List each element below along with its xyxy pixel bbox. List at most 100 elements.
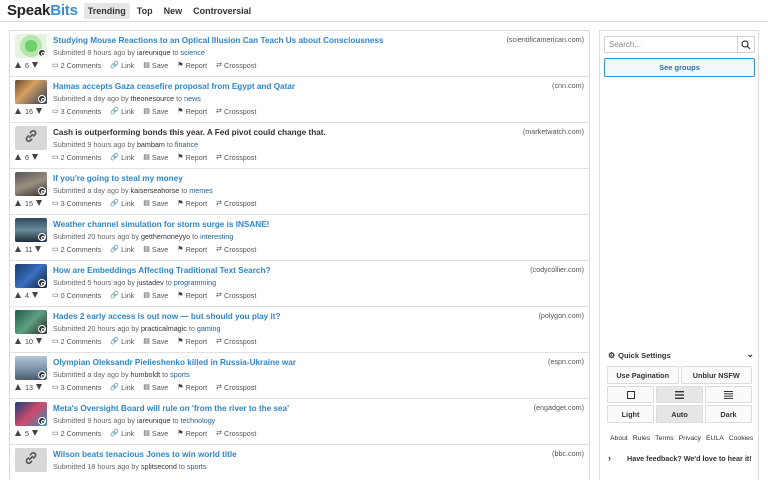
link-cookies[interactable]: Cookies	[729, 435, 754, 442]
upvote-icon[interactable]	[15, 200, 21, 206]
report-button[interactable]: ⚑ Report	[177, 383, 207, 392]
link-eula[interactable]: EULA	[706, 435, 724, 442]
comments-button[interactable]: ▭ 2 Comments	[52, 153, 101, 162]
zoom-icon[interactable]	[38, 49, 46, 57]
save-button[interactable]: ▤ Save	[143, 61, 168, 70]
report-button[interactable]: ⚑ Report	[177, 291, 207, 300]
link-about[interactable]: About	[610, 435, 628, 442]
downvote-icon[interactable]	[36, 338, 42, 344]
link-thumbnail[interactable]	[15, 126, 47, 150]
link-button[interactable]: 🔗 Link	[110, 383, 134, 392]
downvote-icon[interactable]	[32, 430, 38, 436]
downvote-icon[interactable]	[36, 108, 42, 114]
post-domain[interactable]: (marketwatch.com)	[523, 127, 584, 136]
upvote-icon[interactable]	[15, 338, 21, 344]
link-button[interactable]: 🔗 Link	[110, 291, 134, 300]
post-community[interactable]: news	[184, 94, 201, 103]
post-title[interactable]: If you're going to steal my money	[53, 174, 183, 183]
post-thumbnail[interactable]	[15, 80, 47, 104]
post-community[interactable]: technology	[181, 416, 216, 425]
crosspost-button[interactable]: ⇄ Crosspost	[216, 153, 256, 162]
unblur-nsfw-button[interactable]: Unblur NSFW	[680, 366, 752, 384]
theme-light-button[interactable]: Light	[607, 405, 654, 423]
downvote-icon[interactable]	[32, 62, 38, 68]
comments-button[interactable]: ▭ 0 Comments	[52, 291, 101, 300]
crosspost-button[interactable]: ⇄ Crosspost	[216, 107, 256, 116]
downvote-icon[interactable]	[36, 384, 42, 390]
downvote-icon[interactable]	[36, 200, 42, 206]
link-button[interactable]: 🔗 Link	[110, 245, 134, 254]
tab-top[interactable]: Top	[133, 3, 157, 19]
link-button[interactable]: 🔗 Link	[110, 337, 134, 346]
comments-button[interactable]: ▭ 3 Comments	[52, 383, 101, 392]
theme-dark-button[interactable]: Dark	[705, 405, 752, 423]
crosspost-button[interactable]: ⇄ Crosspost	[216, 429, 256, 438]
downvote-icon[interactable]	[35, 246, 42, 252]
report-button[interactable]: ⚑ Report	[177, 199, 207, 208]
post-title[interactable]: Meta's Oversight Board will rule on 'fro…	[53, 404, 289, 413]
report-button[interactable]: ⚑ Report	[177, 153, 207, 162]
crosspost-button[interactable]: ⇄ Crosspost	[216, 383, 256, 392]
post-community[interactable]: interesting	[200, 232, 233, 241]
tab-trending[interactable]: Trending	[83, 2, 130, 19]
save-button[interactable]: ▤ Save	[143, 107, 168, 116]
post-thumbnail[interactable]	[15, 264, 47, 288]
tab-controversial[interactable]: Controversial	[189, 3, 255, 19]
comments-button[interactable]: ▭ 2 Comments	[52, 337, 101, 346]
save-button[interactable]: ▤ Save	[143, 245, 168, 254]
post-title[interactable]: Studying Mouse Reactions to an Optical I…	[53, 36, 384, 45]
crosspost-button[interactable]: ⇄ Crosspost	[216, 337, 256, 346]
link-thumbnail[interactable]	[15, 448, 47, 472]
report-button[interactable]: ⚑ Report	[177, 337, 207, 346]
post-community[interactable]: gaming	[197, 324, 221, 333]
post-author[interactable]: iareunique	[137, 48, 171, 57]
post-author[interactable]: bambam	[137, 140, 165, 149]
post-domain[interactable]: (polygon.com)	[538, 311, 584, 320]
save-button[interactable]: ▤ Save	[143, 199, 168, 208]
post-author[interactable]: getthemoneyyo	[141, 232, 190, 241]
link-terms[interactable]: Terms	[655, 435, 674, 442]
post-thumbnail[interactable]	[15, 310, 47, 334]
zoom-icon[interactable]	[38, 325, 46, 333]
post-author[interactable]: practicalmagic	[141, 324, 187, 333]
zoom-icon[interactable]	[38, 187, 46, 195]
post-domain[interactable]: (cnn.com)	[552, 81, 584, 90]
post-community[interactable]: programming	[174, 278, 216, 287]
save-button[interactable]: ▤ Save	[143, 383, 168, 392]
report-button[interactable]: ⚑ Report	[177, 245, 207, 254]
link-privacy[interactable]: Privacy	[679, 435, 701, 442]
search-button[interactable]	[737, 37, 754, 52]
post-author[interactable]: iareunique	[137, 416, 171, 425]
post-title[interactable]: Olympian Oleksandr Pielieshenko killed i…	[53, 358, 296, 367]
link-button[interactable]: 🔗 Link	[110, 153, 134, 162]
post-community[interactable]: finance	[175, 140, 198, 149]
upvote-icon[interactable]	[15, 154, 21, 160]
post-domain[interactable]: (codycollier.com)	[530, 265, 584, 274]
comments-button[interactable]: ▭ 2 Comments	[52, 61, 101, 70]
post-title[interactable]: How are Embeddings Affecting Traditional…	[53, 266, 270, 275]
link-button[interactable]: 🔗 Link	[110, 429, 134, 438]
post-title[interactable]: Weather channel simulation for storm sur…	[53, 220, 269, 229]
save-button[interactable]: ▤ Save	[143, 153, 168, 162]
link-rules[interactable]: Rules	[633, 435, 650, 442]
post-author[interactable]: splitsecond	[141, 462, 177, 471]
crosspost-button[interactable]: ⇄ Crosspost	[216, 245, 256, 254]
downvote-icon[interactable]	[32, 154, 38, 160]
post-thumbnail[interactable]	[15, 356, 47, 380]
save-button[interactable]: ▤ Save	[143, 291, 168, 300]
comments-button[interactable]: ▭ 3 Comments	[52, 199, 101, 208]
report-button[interactable]: ⚑ Report	[177, 429, 207, 438]
search-input[interactable]	[605, 40, 735, 49]
theme-auto-button[interactable]: Auto	[656, 405, 703, 423]
see-groups-button[interactable]: See groups	[604, 58, 755, 77]
post-author[interactable]: theonesource	[131, 94, 175, 103]
post-author[interactable]: justadev	[137, 278, 164, 287]
post-thumbnail[interactable]	[15, 218, 47, 242]
zoom-icon[interactable]	[38, 233, 46, 241]
view-dense-button[interactable]	[705, 386, 752, 403]
crosspost-button[interactable]: ⇄ Crosspost	[216, 199, 256, 208]
comments-button[interactable]: ▭ 2 Comments	[52, 429, 101, 438]
post-author[interactable]: kaiserseahorse	[131, 186, 180, 195]
post-title[interactable]: Cash is outperforming bonds this year. A…	[53, 128, 326, 137]
upvote-icon[interactable]	[15, 430, 21, 436]
